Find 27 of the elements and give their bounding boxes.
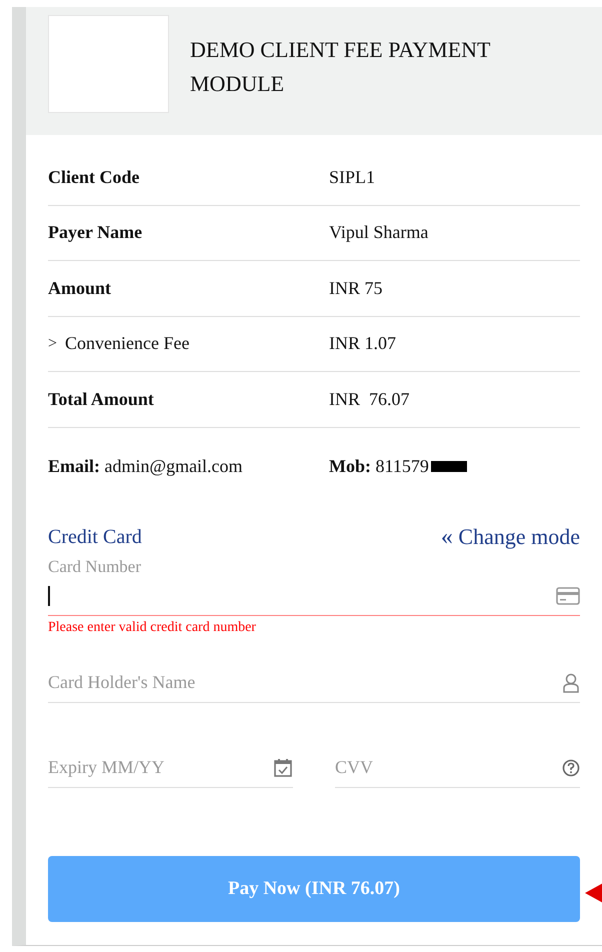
expand-toggle[interactable]: > xyxy=(48,334,58,353)
module-title: DEMO CLIENT FEE PAYMENT MODULE xyxy=(190,36,492,98)
calendar-icon xyxy=(273,758,293,778)
card-holder-field[interactable]: Card Holder's Name xyxy=(48,664,580,702)
detail-label: Payer Name xyxy=(48,222,142,244)
detail-label: Amount xyxy=(48,278,112,299)
change-mode-link[interactable]: « Change mode xyxy=(440,524,580,550)
card-number-label: Card Number xyxy=(48,556,142,576)
error-message: Please enter valid credit card number xyxy=(48,620,257,636)
help-icon xyxy=(562,758,580,776)
detail-label: Convenience Fee xyxy=(65,333,190,354)
detail-label: Client Code xyxy=(48,166,140,188)
expiry-field[interactable]: Expiry MM/YY xyxy=(48,748,293,788)
detail-value: Vipul Sharma xyxy=(329,222,428,244)
detail-value: INR 75 xyxy=(329,278,382,299)
user-icon xyxy=(562,672,580,692)
payment-mode-title: Credit Card xyxy=(48,526,142,548)
cvv-field[interactable]: CVV xyxy=(335,748,580,788)
detail-value: INR 76.07 xyxy=(329,388,410,410)
email-text: Email: admin@gmail.com xyxy=(48,456,243,477)
mobile-text: Mob: 811579 xyxy=(329,456,429,477)
credit-card-icon xyxy=(556,586,580,604)
pointer-arrow xyxy=(585,882,602,904)
detail-value: INR 1.07 xyxy=(329,333,396,354)
detail-label: Total Amount xyxy=(48,388,154,410)
detail-value: SIPL1 xyxy=(329,166,376,188)
pay-now-button[interactable]: Pay Now (INR 76.07) xyxy=(48,856,580,922)
